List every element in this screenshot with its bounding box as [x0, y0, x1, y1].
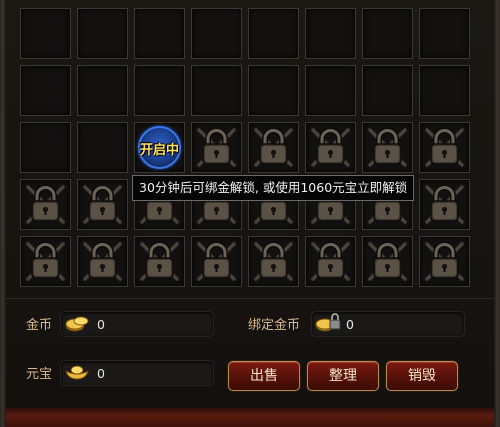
empty-slot[interactable] [134, 65, 185, 116]
yuanbao-value: 0 [97, 366, 105, 381]
empty-slot[interactable] [20, 122, 71, 173]
yuanbao-ingot-icon [65, 365, 89, 380]
empty-slot[interactable] [248, 65, 299, 116]
empty-slot[interactable] [20, 8, 71, 59]
unlock-tooltip: 30分钟后可绑金解锁, 或使用1060元宝立即解锁 [132, 175, 415, 201]
locked-slot[interactable] [305, 236, 356, 287]
locked-slot[interactable] [362, 236, 413, 287]
locked-slot[interactable] [419, 179, 470, 230]
locked-slot[interactable] [20, 236, 71, 287]
sort-button[interactable]: 整理 [307, 361, 379, 391]
opening-slot[interactable]: 开启中 [134, 122, 185, 173]
empty-slot[interactable] [419, 65, 470, 116]
empty-slot[interactable] [20, 65, 71, 116]
empty-slot[interactable] [305, 8, 356, 59]
bound-gold-icon [315, 313, 341, 332]
locked-slot[interactable] [305, 122, 356, 173]
locked-slot[interactable] [77, 236, 128, 287]
empty-slot[interactable] [77, 65, 128, 116]
locked-slot[interactable] [77, 179, 128, 230]
locked-slot[interactable] [134, 236, 185, 287]
locked-slot[interactable] [419, 122, 470, 173]
empty-slot[interactable] [305, 65, 356, 116]
bottom-border [6, 408, 494, 427]
gold-coin-icon [65, 316, 89, 332]
locked-slot[interactable] [191, 236, 242, 287]
empty-slot[interactable] [134, 8, 185, 59]
gold-label: 金币 [26, 318, 53, 333]
bound-gold-label: 绑定金币 [248, 318, 301, 333]
locked-slot[interactable] [20, 179, 71, 230]
empty-slot[interactable] [77, 8, 128, 59]
locked-slot[interactable] [362, 122, 413, 173]
gold-value: 0 [97, 317, 105, 332]
locked-slot[interactable] [419, 236, 470, 287]
inventory-panel: 开启中 30分钟后可绑金解锁, 或使用1060元宝立即解锁 金币 0 绑定金币 … [0, 0, 500, 427]
bound-gold-value: 0 [346, 317, 354, 332]
empty-slot[interactable] [191, 8, 242, 59]
empty-slot[interactable] [191, 65, 242, 116]
empty-slot[interactable] [248, 8, 299, 59]
empty-slot[interactable] [362, 65, 413, 116]
locked-slot[interactable] [191, 122, 242, 173]
locked-slot[interactable] [248, 122, 299, 173]
divider [6, 298, 494, 299]
locked-slot[interactable] [248, 236, 299, 287]
empty-slot[interactable] [77, 122, 128, 173]
empty-slot[interactable] [419, 8, 470, 59]
opening-slot-label: 开启中 [139, 143, 179, 158]
destroy-button[interactable]: 销毁 [386, 361, 458, 391]
empty-slot[interactable] [362, 8, 413, 59]
sell-button[interactable]: 出售 [228, 361, 300, 391]
inventory-grid: 开启中 [20, 8, 470, 287]
yuanbao-label: 元宝 [26, 367, 53, 382]
